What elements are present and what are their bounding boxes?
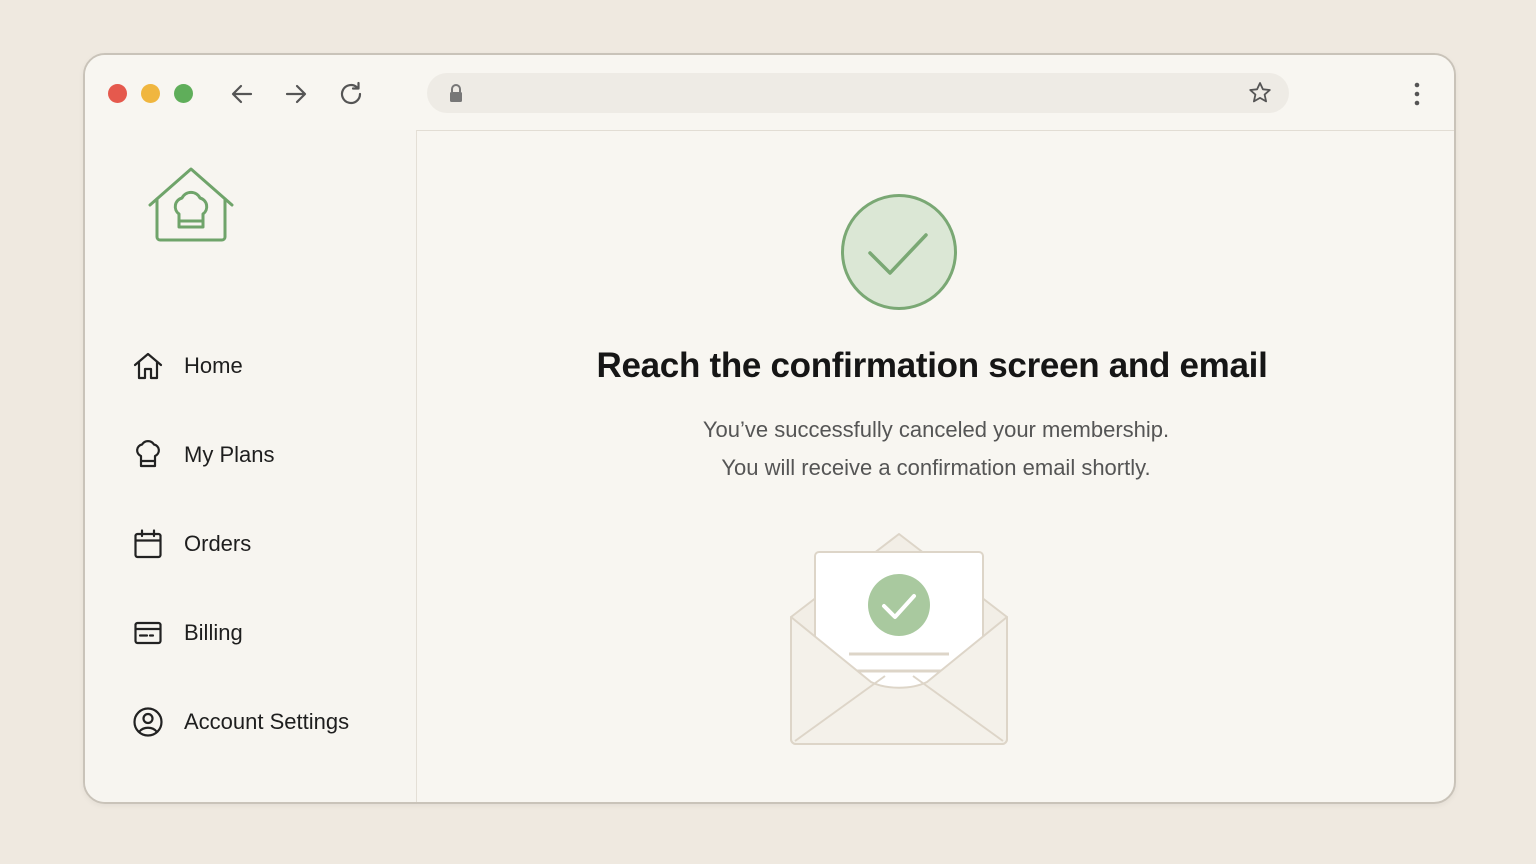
confirmation-message-line1: You’ve successfully canceled your member… (702, 417, 1170, 442)
check-circle-icon (841, 194, 957, 310)
sidebar-item-label: Home (184, 353, 243, 378)
reload-icon (340, 81, 362, 105)
card-icon (131, 616, 165, 650)
home-icon (131, 349, 165, 383)
sidebar-item-label: My Plans (184, 442, 275, 467)
sidebar-item-home[interactable]: Home (131, 346, 243, 386)
browser-menu-button[interactable] (1402, 77, 1432, 111)
confirmation-message-line2: You will receive a confirmation email sh… (721, 455, 1151, 480)
sidebar-item-orders[interactable]: Orders (131, 524, 251, 564)
maximize-window-button[interactable] (174, 84, 193, 103)
sidebar-item-billing[interactable]: Billing (131, 613, 243, 653)
more-vertical-icon (1414, 82, 1420, 106)
sidebar-item-label: Billing (184, 620, 243, 645)
sidebar-item-my-plans[interactable]: My Plans (131, 435, 274, 475)
sidebar-item-label: Orders (184, 531, 252, 556)
forward-arrow-icon (285, 84, 307, 104)
main-content: Reach the confirmation screen and email … (418, 130, 1454, 802)
browser-toolbar (85, 55, 1454, 131)
chef-house-icon[interactable] (146, 165, 236, 245)
lock-icon (450, 84, 462, 102)
page-title: Reach the confirmation screen and email (596, 346, 1268, 385)
calendar-icon (131, 527, 165, 561)
user-circle-icon (131, 705, 165, 739)
back-button[interactable] (225, 77, 259, 111)
sidebar-item-account-settings[interactable]: Account Settings (131, 702, 349, 742)
reload-button[interactable] (334, 77, 368, 111)
browser-window: Home My Plans Orders Billing Account Set… (83, 53, 1456, 804)
envelope-check-icon (790, 533, 1008, 745)
forward-button[interactable] (279, 77, 313, 111)
minimize-window-button[interactable] (141, 84, 160, 103)
star-icon[interactable] (1247, 80, 1273, 106)
sidebar-item-label: Account Settings (184, 709, 350, 734)
address-bar[interactable] (427, 73, 1289, 113)
back-arrow-icon (231, 84, 253, 104)
chef-hat-icon (131, 438, 165, 472)
sidebar: Home My Plans Orders Billing Account Set… (85, 130, 417, 802)
close-window-button[interactable] (108, 84, 127, 103)
